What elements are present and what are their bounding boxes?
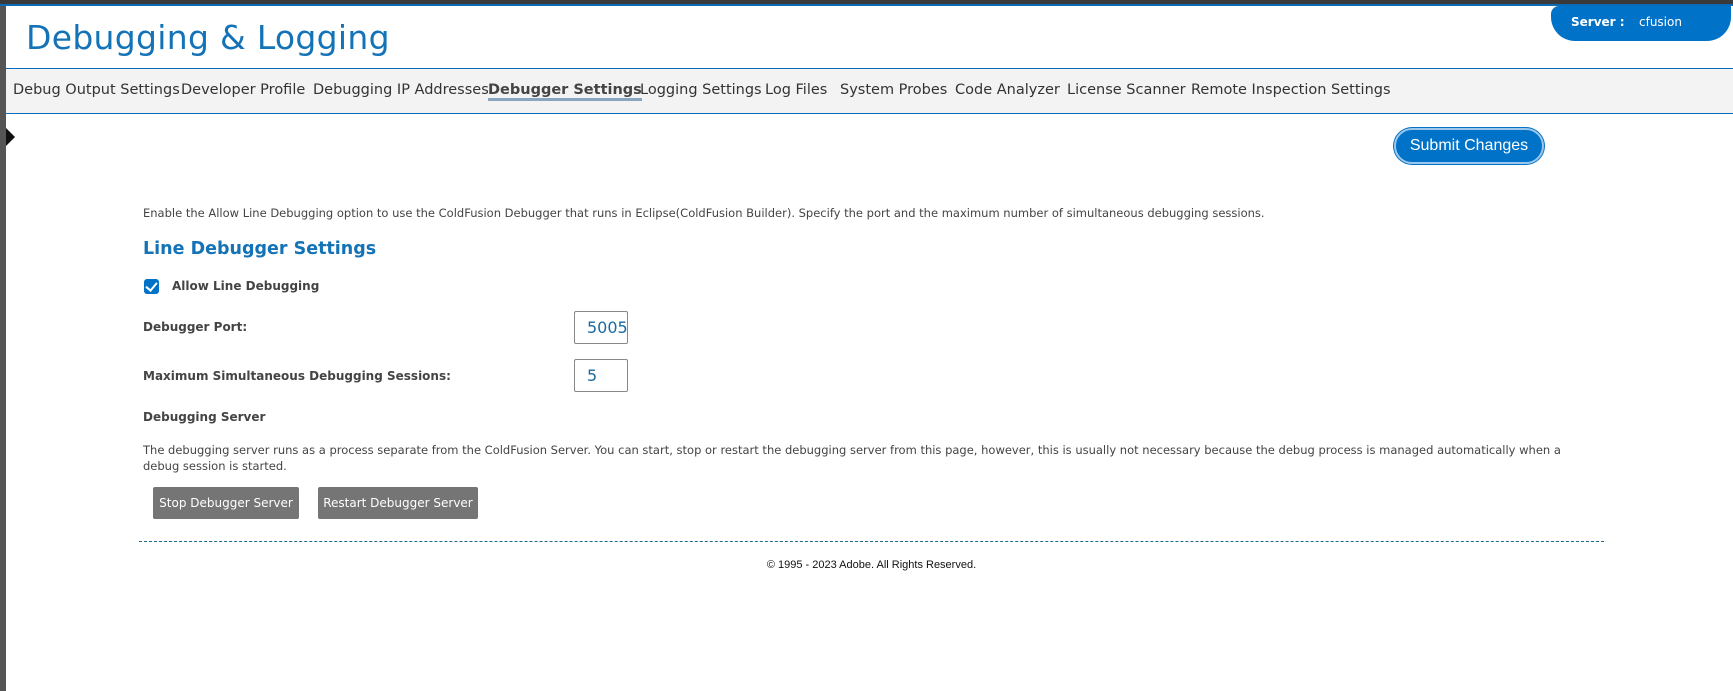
page-title: Debugging & Logging: [26, 18, 390, 57]
allow-line-debugging-checkbox[interactable]: [144, 279, 159, 294]
server-label: Server :: [1571, 15, 1625, 29]
page-header: Debugging & Logging Server : cfusion: [6, 6, 1733, 69]
allow-line-debugging-label: Allow Line Debugging: [172, 279, 320, 293]
max-sessions-input[interactable]: [574, 359, 628, 392]
server-badge: Server : cfusion: [1551, 6, 1731, 41]
footer-divider: [139, 541, 1604, 542]
debugging-server-heading: Debugging Server: [143, 410, 266, 424]
checkmark-icon: [145, 279, 158, 292]
stop-debugger-server-button[interactable]: Stop Debugger Server: [153, 487, 299, 519]
tab-license-scanner[interactable]: License Scanner: [1067, 82, 1186, 98]
tab-debug-output-settings[interactable]: Debug Output Settings: [13, 82, 180, 98]
tab-code-analyzer[interactable]: Code Analyzer: [955, 82, 1060, 98]
intro-text: Enable the Allow Line Debugging option t…: [143, 206, 1265, 220]
copyright-text: © 1995 - 2023 Adobe. All Rights Reserved…: [766, 559, 977, 571]
debugging-server-description: The debugging server runs as a process s…: [143, 443, 1561, 473]
tab-logging-settings[interactable]: Logging Settings: [640, 82, 762, 98]
restart-debugger-server-button[interactable]: Restart Debugger Server: [318, 487, 478, 519]
server-value: cfusion: [1639, 15, 1682, 29]
tab-bar: Debug Output Settings Developer Profile …: [6, 69, 1733, 114]
tab-developer-profile[interactable]: Developer Profile: [181, 82, 305, 98]
tab-log-files[interactable]: Log Files: [765, 82, 827, 98]
tab-debugging-ip-addresses[interactable]: Debugging IP Addresses: [313, 82, 489, 98]
tab-remote-inspection-settings[interactable]: Remote Inspection Settings: [1191, 82, 1391, 98]
debugger-port-input[interactable]: [574, 311, 628, 344]
submit-changes-button[interactable]: Submit Changes: [1394, 128, 1544, 164]
tab-debugger-settings[interactable]: Debugger Settings: [488, 82, 642, 101]
debugger-port-label: Debugger Port:: [143, 320, 248, 334]
tab-system-probes[interactable]: System Probes: [840, 82, 947, 98]
collapse-arrow-icon[interactable]: [6, 128, 15, 146]
section-title: Line Debugger Settings: [143, 239, 377, 259]
max-sessions-label: Maximum Simultaneous Debugging Sessions:: [143, 369, 451, 383]
